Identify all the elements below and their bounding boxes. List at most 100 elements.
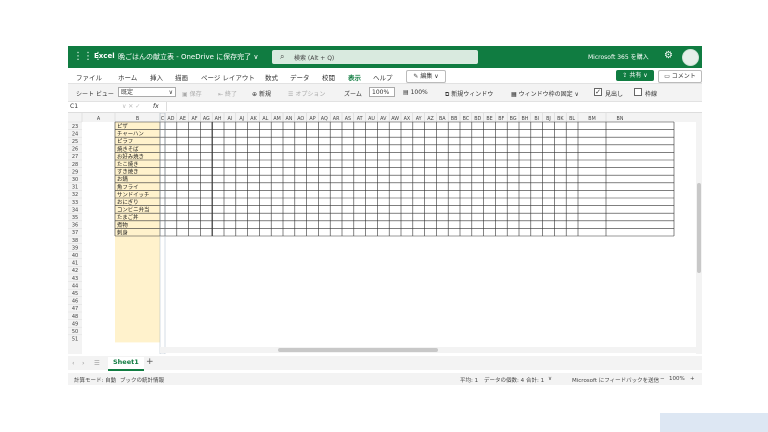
row-header-46: 46	[72, 299, 78, 305]
sheet-view-select[interactable]: 既定 ∨	[118, 87, 176, 97]
column-header-ak: AK	[250, 116, 257, 122]
row-header-24: 24	[72, 131, 78, 137]
window-icon: ⧉	[445, 91, 450, 98]
new-view-icon: ⊕	[252, 91, 258, 98]
headings-label: 見出し	[605, 91, 624, 98]
column-header-bb: BB	[451, 116, 458, 122]
gridlines-label: 枠線	[645, 91, 658, 98]
gridlines-checkbox[interactable]	[634, 88, 642, 96]
column-header-bj: BJ	[546, 116, 551, 122]
horizontal-scroll-thumb	[278, 348, 438, 352]
formula-bar: C1 ∨ ✕ ✓ fx	[68, 102, 702, 113]
zoom-100-button[interactable]: ▤ 100%	[403, 89, 428, 96]
row-header-48: 48	[72, 314, 78, 320]
row-header-31: 31	[72, 185, 78, 191]
row-header-47: 47	[72, 306, 78, 312]
column-header-ba: BA	[439, 116, 446, 122]
status-zoom: 100%	[669, 376, 685, 382]
column-header-an: AN	[285, 116, 292, 122]
document-title[interactable]: 晩ごはんの献立表 - OneDrive に保存完了 ∨	[118, 52, 258, 62]
workbook-stats[interactable]: ブックの統計情報	[120, 376, 164, 384]
row-header-43: 43	[72, 276, 78, 282]
share-icon: ⇪	[622, 72, 628, 79]
worksheet-grid[interactable]: A B C AD AE AF AG AH AI AJ AK AL AM AN AO AP AQ AR AS AT AU A…	[68, 113, 702, 354]
cell-b33: おにぎり	[117, 198, 139, 206]
excel-window: ⋮⋮⋮ Excel 晩ごはんの献立表 - OneDrive に保存完了 ∨ ⌕ …	[68, 46, 702, 388]
headings-checkbox[interactable]: ✓	[594, 88, 602, 96]
menu-file[interactable]: ファイル	[76, 72, 102, 82]
insert-function-icon[interactable]: fx	[153, 103, 159, 111]
buy-ms365-link[interactable]: Microsoft 365 を購入	[588, 52, 649, 61]
column-header-bc: BC	[463, 116, 470, 122]
column-header-ag: AG	[203, 116, 210, 122]
share-button[interactable]: ⇪ 共有 ∨	[616, 70, 654, 81]
grid-canvas[interactable]: A B C AD AE AF AG AH AI AJ AK AL AM AN AO AP AQ AR AS AT AU A…	[68, 113, 702, 354]
menu-draw[interactable]: 描画	[175, 72, 188, 82]
menu-page-layout[interactable]: ページ レイアウト	[201, 72, 255, 82]
freeze-panes-label: ウィンドウ枠の固定 ∨	[518, 91, 579, 98]
exit-view-button[interactable]: ⇤ 終了	[218, 89, 237, 98]
zoom-select[interactable]: 100%	[369, 87, 395, 97]
row-header-25: 25	[72, 139, 78, 145]
cell-b37: 刺身	[117, 228, 128, 236]
prev-sheet-icon[interactable]: ‹	[72, 359, 75, 367]
feedback-link[interactable]: Microsoft にフィードバックを送信	[572, 376, 659, 384]
app-launcher-icon[interactable]: ⋮⋮⋮	[73, 51, 103, 63]
column-header-ar: AR	[333, 116, 340, 122]
column-header-bk: BK	[557, 116, 564, 122]
row-header-32: 32	[72, 192, 78, 198]
status-count: データの個数: 4	[484, 378, 525, 384]
row-header-23: 23	[72, 124, 78, 130]
menu-insert[interactable]: 挿入	[150, 72, 163, 82]
column-header-av: AV	[380, 116, 387, 122]
next-sheet-icon[interactable]: ›	[82, 359, 85, 367]
new-window-button[interactable]: ⧉ 新規ウィンドウ	[445, 89, 493, 99]
new-view-button[interactable]: ⊕ 新規	[252, 89, 271, 98]
column-header-at: AT	[357, 116, 363, 122]
pencil-icon: ✎	[413, 73, 419, 80]
sum-chevron-icon[interactable]: ∨	[548, 376, 552, 382]
freeze-icon: ▦	[511, 91, 517, 98]
chevron-down-icon: ∨	[168, 89, 173, 96]
comments-button[interactable]: ▭ コメント	[658, 70, 702, 83]
search-icon: ⌕	[280, 52, 285, 61]
vertical-scroll-thumb	[697, 183, 701, 273]
avatar[interactable]	[682, 49, 699, 66]
edit-mode-button[interactable]: ✎ 編集 ∨	[406, 70, 446, 83]
freeze-panes-button[interactable]: ▦ ウィンドウ枠の固定 ∨	[511, 89, 579, 98]
formula-input[interactable]	[166, 102, 697, 111]
search-box[interactable]: ⌕ 検索 (Alt + Q)	[272, 50, 478, 64]
row-header-35: 35	[72, 215, 78, 221]
cell-b32: サンドイッチ	[117, 191, 149, 198]
column-header-bl: BL	[569, 116, 575, 122]
row-header-28: 28	[72, 162, 78, 168]
sheet-tab-sheet1[interactable]: Sheet1	[108, 357, 144, 371]
watermark-tag	[660, 413, 768, 432]
column-header-au: AU	[368, 116, 375, 122]
menu-formulas[interactable]: 数式	[265, 72, 278, 82]
app-name: Excel	[94, 52, 115, 60]
formula-controls[interactable]: ∨ ✕ ✓	[122, 103, 140, 111]
view-options-button[interactable]: ☰ オプション	[288, 89, 325, 98]
row-header-26: 26	[72, 147, 78, 153]
menu-home[interactable]: ホーム	[118, 72, 137, 82]
column-header-af: AF	[191, 116, 197, 122]
edit-mode-label: 編集 ∨	[420, 73, 439, 80]
column-header-bh: BH	[521, 116, 528, 122]
column-header-bd: BD	[474, 116, 481, 122]
add-sheet-button[interactable]: +	[146, 357, 154, 367]
name-box[interactable]: C1	[70, 103, 120, 111]
row-header-38: 38	[72, 238, 78, 244]
all-sheets-icon[interactable]: ☰	[94, 359, 100, 367]
zoom-out-icon[interactable]: −	[660, 376, 665, 382]
column-header-ae: AE	[180, 116, 186, 122]
save-view-button[interactable]: ▣ 保存	[182, 89, 202, 98]
menu-data[interactable]: データ	[290, 72, 310, 82]
menu-bar: ファイル ホーム 挿入 描画 ページ レイアウト 数式 データ 校閲 表示 ヘル…	[68, 68, 702, 85]
column-header-bn: BN	[617, 116, 624, 122]
gear-icon[interactable]: ⚙	[664, 50, 673, 61]
menu-review[interactable]: 校閲	[322, 72, 335, 82]
menu-help[interactable]: ヘルプ	[373, 72, 393, 82]
zoom-in-icon[interactable]: +	[690, 376, 695, 382]
column-header-am: AM	[273, 116, 280, 122]
